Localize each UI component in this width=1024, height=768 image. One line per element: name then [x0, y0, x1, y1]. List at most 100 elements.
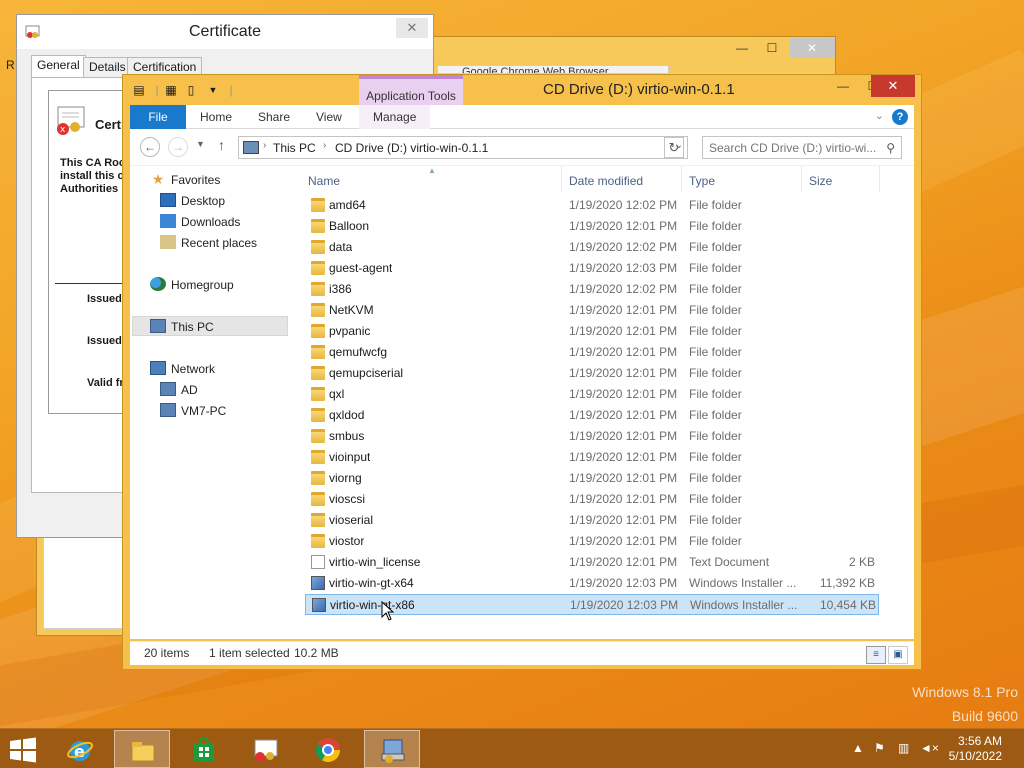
column-divider[interactable] [801, 166, 802, 192]
tab-general[interactable]: General [31, 55, 86, 79]
recent-places-icon [160, 235, 176, 250]
file-type: Windows Installer ... [689, 576, 797, 590]
file-row[interactable]: qxl 1/19/2020 12:01 PM File folder [305, 384, 879, 405]
taskbar-chrome[interactable] [300, 730, 356, 768]
browser-maximize-button[interactable]: ☐ [757, 38, 787, 58]
nav-item-homegroup[interactable]: Homegroup [150, 275, 234, 295]
network-icon[interactable]: ▥ [898, 741, 909, 755]
tab-view[interactable]: View [316, 105, 342, 129]
folder-icon [311, 492, 325, 506]
file-row[interactable]: guest-agent 1/19/2020 12:03 PM File folder [305, 258, 879, 279]
certificate-body-line: This CA Roo [60, 157, 126, 169]
taskbar-certificate[interactable] [238, 730, 294, 768]
file-type: File folder [689, 240, 742, 254]
column-divider[interactable] [879, 166, 880, 192]
file-row[interactable]: virtio-win-gt-x64 1/19/2020 12:03 PM Windo… [305, 573, 879, 594]
recent-locations-icon[interactable]: ▼ [196, 139, 205, 149]
tab-manage[interactable]: Manage [359, 105, 431, 129]
folder-icon [311, 303, 325, 317]
column-header-date[interactable]: Date modified [569, 166, 643, 194]
minimize-button[interactable]: — [828, 75, 858, 97]
forward-button[interactable]: → [168, 137, 188, 157]
help-icon[interactable]: ? [892, 109, 908, 125]
start-button-windows-icon[interactable] [8, 737, 38, 763]
file-row[interactable]: qemupciserial 1/19/2020 12:01 PM File fold… [305, 363, 879, 384]
file-row[interactable]: i386 1/19/2020 12:02 PM File folder [305, 279, 879, 300]
back-button[interactable]: ← [140, 137, 160, 157]
file-row[interactable]: viorng 1/19/2020 12:01 PM File folder [305, 468, 879, 489]
customize-qat-icon[interactable]: ▼ [205, 82, 221, 98]
new-folder-icon[interactable]: ▯ [183, 82, 199, 98]
folder-icon [311, 387, 325, 401]
explorer-app-icon[interactable]: ▤ [131, 82, 147, 98]
column-header-name[interactable]: Name [308, 166, 340, 194]
taskbar-installer[interactable] [364, 730, 420, 768]
breadcrumb-cd-drive[interactable]: CD Drive (D:) virtio-win-0.1.1 [335, 141, 488, 155]
breadcrumb-separator-icon[interactable]: › [323, 140, 326, 151]
properties-icon[interactable]: ▦ [163, 82, 179, 98]
nav-item-network[interactable]: Network [150, 359, 215, 379]
folder-icon [311, 513, 325, 527]
file-row[interactable]: smbus 1/19/2020 12:01 PM File folder [305, 426, 879, 447]
tab-home[interactable]: Home [200, 105, 232, 129]
file-size [801, 468, 875, 489]
close-button[interactable]: ✕ [871, 75, 915, 97]
nav-item-desktop[interactable]: Desktop [160, 191, 225, 211]
column-divider[interactable] [681, 166, 682, 192]
expand-ribbon-icon[interactable]: ⌄ [875, 109, 884, 122]
breadcrumb-this-pc[interactable]: This PC [273, 141, 316, 155]
file-type: File folder [689, 387, 742, 401]
file-row[interactable]: vioserial 1/19/2020 12:01 PM File folder [305, 510, 879, 531]
file-row[interactable]: vioinput 1/19/2020 12:01 PM File folder [305, 447, 879, 468]
nav-item-vm7-pc[interactable]: VM7-PC [160, 401, 226, 421]
item-count: 20 items [144, 646, 190, 660]
clock[interactable]: 3:56 AM 5/10/2022 [949, 734, 1002, 764]
this-pc-icon [150, 319, 166, 334]
file-row[interactable]: qemufwcfg 1/19/2020 12:01 PM File folder [305, 342, 879, 363]
file-size [801, 510, 875, 531]
tab-file[interactable]: File [130, 105, 186, 129]
file-row[interactable]: viostor 1/19/2020 12:01 PM File folder [305, 531, 879, 552]
file-type: File folder [689, 198, 742, 212]
volume-muted-icon[interactable]: ◄× [920, 741, 939, 755]
taskbar-store[interactable] [176, 730, 232, 768]
file-row[interactable]: vioscsi 1/19/2020 12:01 PM File folder [305, 489, 879, 510]
breadcrumb-separator-icon[interactable]: › [263, 140, 266, 151]
file-row[interactable]: qxldod 1/19/2020 12:01 PM File folder [305, 405, 879, 426]
address-bar[interactable]: › This PC › CD Drive (D:) virtio-win-0.1… [238, 136, 688, 159]
explorer-titlebar[interactable]: ▤ | ▦ ▯ ▼ | Application Tools CD Drive (… [123, 75, 921, 105]
search-input[interactable] [709, 140, 879, 155]
search-box[interactable]: ⚲ [702, 136, 902, 159]
store-icon [194, 736, 214, 761]
column-header-size[interactable]: Size [809, 166, 832, 194]
file-row[interactable]: amd64 1/19/2020 12:02 PM File folder [305, 195, 879, 216]
nav-item-this-pc[interactable]: This PC [132, 316, 288, 336]
nav-item-favorites[interactable]: ★ Favorites [150, 170, 221, 190]
browser-close-button[interactable]: ✕ [789, 38, 835, 58]
details-view-icon[interactable]: ≡ [866, 646, 886, 664]
tab-share[interactable]: Share [258, 105, 290, 129]
taskbar-file-explorer[interactable] [114, 730, 170, 768]
show-hidden-icons[interactable]: ▲ [852, 741, 864, 755]
column-divider[interactable] [561, 166, 562, 192]
column-header-type[interactable]: Type [689, 166, 715, 194]
file-explorer-window[interactable]: ▤ | ▦ ▯ ▼ | Application Tools CD Drive (… [122, 74, 922, 670]
large-icons-view-icon[interactable]: ▣ [888, 646, 908, 664]
file-row[interactable]: NetKVM 1/19/2020 12:01 PM File folder [305, 300, 879, 321]
nav-item-ad[interactable]: AD [160, 380, 198, 400]
flag-icon[interactable]: ⚑ [874, 741, 885, 755]
file-row[interactable]: data 1/19/2020 12:02 PM File folder [305, 237, 879, 258]
up-button[interactable]: ↑ [218, 137, 225, 153]
file-row[interactable]: pvpanic 1/19/2020 12:01 PM File folder [305, 321, 879, 342]
clock-time: 3:56 AM [957, 734, 1002, 748]
file-row[interactable]: Balloon 1/19/2020 12:01 PM File folder [305, 216, 879, 237]
nav-item-recent-places[interactable]: Recent places [160, 233, 257, 253]
taskbar-internet-explorer[interactable]: e [52, 730, 108, 768]
search-icon[interactable]: ⚲ [886, 141, 895, 155]
nav-item-downloads[interactable]: Downloads [160, 212, 240, 232]
file-row[interactable]: virtio-win_license 1/19/2020 12:01 PM Text… [305, 552, 879, 573]
refresh-button[interactable]: ↻ [664, 137, 684, 158]
browser-minimize-button[interactable]: — [727, 38, 757, 58]
certificate-body-text: This CA Roo install this c Authorities [60, 157, 126, 196]
certificate-close-button[interactable]: ✕ [396, 18, 428, 38]
